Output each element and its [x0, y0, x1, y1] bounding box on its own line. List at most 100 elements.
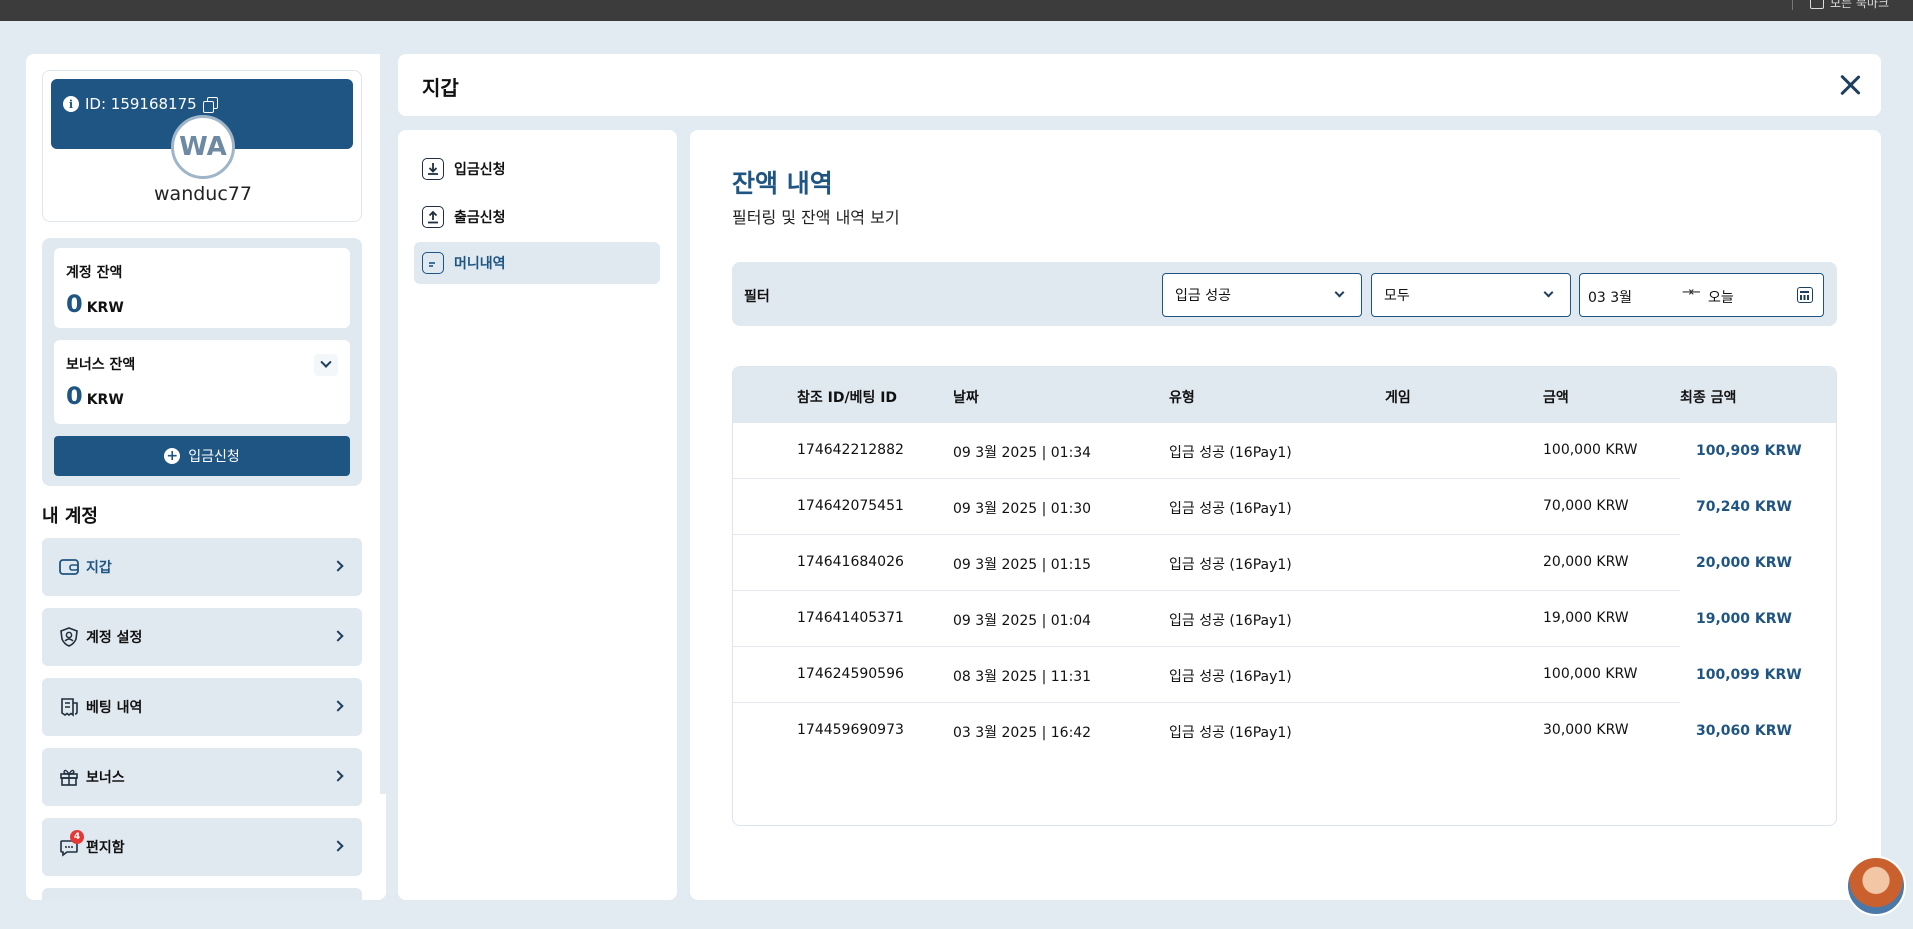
- menu-item-label: 보너스: [86, 770, 125, 786]
- browser-bookmarks-bar: 모든 북마크: [0, 0, 1913, 21]
- tab-withdraw-request[interactable]: 출금신청: [414, 196, 660, 238]
- chat-icon: 4: [58, 830, 84, 858]
- sidebar-scrollbar[interactable]: [380, 54, 386, 794]
- cell-amount: 100,000 KRW: [1543, 442, 1638, 458]
- deposit-button-label: 입금신청: [188, 449, 240, 465]
- cell-type: 입금 성공 (16Pay1): [1169, 445, 1292, 461]
- username: wanduc77: [154, 183, 252, 205]
- col-game: 게임: [1385, 390, 1411, 406]
- bonus-balance-label: 보너스 잔액: [66, 357, 136, 373]
- menu-item-label: 지갑: [86, 560, 112, 576]
- menu-item-wallet[interactable]: 지갑: [42, 538, 362, 596]
- menu-item-inbox[interactable]: 4 편지함: [42, 818, 362, 876]
- table-row: 174641684026 09 3월 2025 | 01:15 입금 성공 (1…: [733, 535, 1836, 591]
- cell-type: 입금 성공 (16Pay1): [1169, 501, 1292, 517]
- cell-final-amount: 100,099 KRW: [1696, 667, 1802, 683]
- account-balance-value: 0 KRW: [66, 290, 124, 318]
- tab-money-history[interactable]: 머니내역: [414, 242, 660, 284]
- tab-deposit-request[interactable]: 입금신청: [414, 148, 660, 190]
- filter-bar: 필터 입금 성공 모두 03 3월 →← 오늘: [732, 262, 1837, 326]
- cell-amount: 30,000 KRW: [1543, 722, 1629, 738]
- chevron-down-icon: [1543, 287, 1554, 298]
- cell-final-amount: 19,000 KRW: [1696, 611, 1792, 627]
- type-select-value: 모두: [1384, 288, 1410, 304]
- account-balance-card: 계정 잔액 0 KRW: [54, 248, 350, 328]
- wallet-header: 지갑: [398, 54, 1881, 116]
- menu-item-more[interactable]: [42, 888, 362, 900]
- menu-item-label: 편지함: [86, 840, 125, 856]
- bonus-balance-amount: 0: [66, 382, 83, 410]
- cell-type: 입금 성공 (16Pay1): [1169, 669, 1292, 685]
- copy-icon[interactable]: [202, 97, 218, 113]
- deposit-button[interactable]: + 입금신청: [54, 436, 350, 476]
- cell-date: 09 3월 2025 | 01:30: [953, 501, 1092, 517]
- account-balance-currency: KRW: [86, 300, 124, 316]
- menu-item-betting-history[interactable]: 베팅 내역: [42, 678, 362, 736]
- type-select[interactable]: 모두: [1371, 273, 1571, 317]
- table-row: 174642075451 09 3월 2025 | 01:30 입금 성공 (1…: [733, 479, 1836, 535]
- cell-type: 입금 성공 (16Pay1): [1169, 557, 1292, 573]
- menu-item-bonus[interactable]: 보너스: [42, 748, 362, 806]
- table-row: 174642212882 09 3월 2025 | 01:34 입금 성공 (1…: [733, 423, 1836, 479]
- bonus-expand-button[interactable]: [314, 354, 338, 376]
- menu-item-account-settings[interactable]: 계정 설정: [42, 608, 362, 666]
- account-sidebar: i ID: 159168175 WA wanduc77 계정 잔액 0 KRW …: [26, 54, 386, 900]
- all-bookmarks-label: 모든 북마크: [1830, 0, 1890, 10]
- status-select-value: 입금 성공: [1175, 288, 1231, 304]
- profile-id-text: ID: 159168175: [85, 95, 197, 113]
- all-bookmarks-button[interactable]: 모든 북마크: [1810, 0, 1889, 11]
- chevron-right-icon: [332, 770, 344, 782]
- col-amount: 금액: [1543, 390, 1569, 406]
- cell-ref-id: 174641684026: [797, 554, 904, 570]
- cell-ref-id: 174459690973: [797, 722, 904, 738]
- cell-final-amount: 30,060 KRW: [1696, 723, 1792, 739]
- wallet-subnav: 입금신청 출금신청 머니내역: [398, 130, 677, 900]
- col-date: 날짜: [953, 390, 979, 406]
- gift-icon: [58, 766, 80, 788]
- cell-date: 08 3월 2025 | 11:31: [953, 669, 1092, 685]
- cell-final-amount: 70,240 KRW: [1696, 499, 1792, 515]
- date-from: 03 3월: [1588, 290, 1633, 306]
- cell-date: 03 3월 2025 | 16:42: [953, 725, 1092, 741]
- upload-icon: [422, 206, 444, 228]
- col-type: 유형: [1169, 390, 1195, 406]
- bookmarks-separator: [1792, 0, 1793, 10]
- table-row: 174624590596 08 3월 2025 | 11:31 입금 성공 (1…: [733, 647, 1836, 703]
- balance-history-panel: 잔액 내역 필터링 및 잔액 내역 보기 필터 입금 성공 모두 03 3월 →…: [690, 130, 1881, 900]
- cell-final-amount: 100,909 KRW: [1696, 443, 1802, 459]
- section-heading: 잔액 내역: [732, 169, 833, 198]
- cell-type: 입금 성공 (16Pay1): [1169, 725, 1292, 741]
- close-icon[interactable]: [1839, 74, 1861, 96]
- cell-ref-id: 174641405371: [797, 610, 904, 626]
- date-to: 오늘: [1708, 290, 1734, 306]
- cell-amount: 19,000 KRW: [1543, 610, 1629, 626]
- arrows-in-icon: →←: [1682, 285, 1701, 300]
- tab-label: 출금신청: [454, 210, 506, 226]
- account-balance-amount: 0: [66, 290, 83, 318]
- folder-icon: [1810, 0, 1824, 9]
- filter-label: 필터: [744, 289, 770, 305]
- chevron-right-icon: [332, 560, 344, 572]
- date-range-picker[interactable]: 03 3월 →← 오늘: [1579, 273, 1824, 317]
- profile-card: i ID: 159168175 WA wanduc77: [42, 70, 362, 222]
- tab-label: 입금신청: [454, 162, 506, 178]
- chevron-right-icon: [332, 630, 344, 642]
- cell-type: 입금 성공 (16Pay1): [1169, 613, 1292, 629]
- cell-final-amount: 20,000 KRW: [1696, 555, 1792, 571]
- col-final-amount: 최종 금액: [1680, 390, 1737, 406]
- menu-item-label: 계정 설정: [86, 630, 143, 646]
- cell-ref-id: 174642212882: [797, 442, 904, 458]
- chevron-down-icon: [1334, 287, 1345, 298]
- calendar-icon[interactable]: [1797, 287, 1813, 303]
- support-chat-avatar[interactable]: [1846, 856, 1906, 916]
- table-row: 174459690973 03 3월 2025 | 16:42 입금 성공 (1…: [733, 703, 1836, 759]
- status-select[interactable]: 입금 성공: [1162, 273, 1362, 317]
- avatar: WA: [171, 115, 235, 179]
- table-row: 174641405371 09 3월 2025 | 01:04 입금 성공 (1…: [733, 591, 1836, 647]
- section-subtitle: 필터링 및 잔액 내역 보기: [732, 208, 900, 227]
- wallet-icon: [58, 556, 80, 578]
- balance-history-table: 참조 ID/베팅 ID 날짜 유형 게임 금액 최종 금액 1746422128…: [732, 366, 1837, 826]
- chevron-right-icon: [332, 700, 344, 712]
- chevron-right-icon: [332, 840, 344, 852]
- cell-amount: 20,000 KRW: [1543, 554, 1629, 570]
